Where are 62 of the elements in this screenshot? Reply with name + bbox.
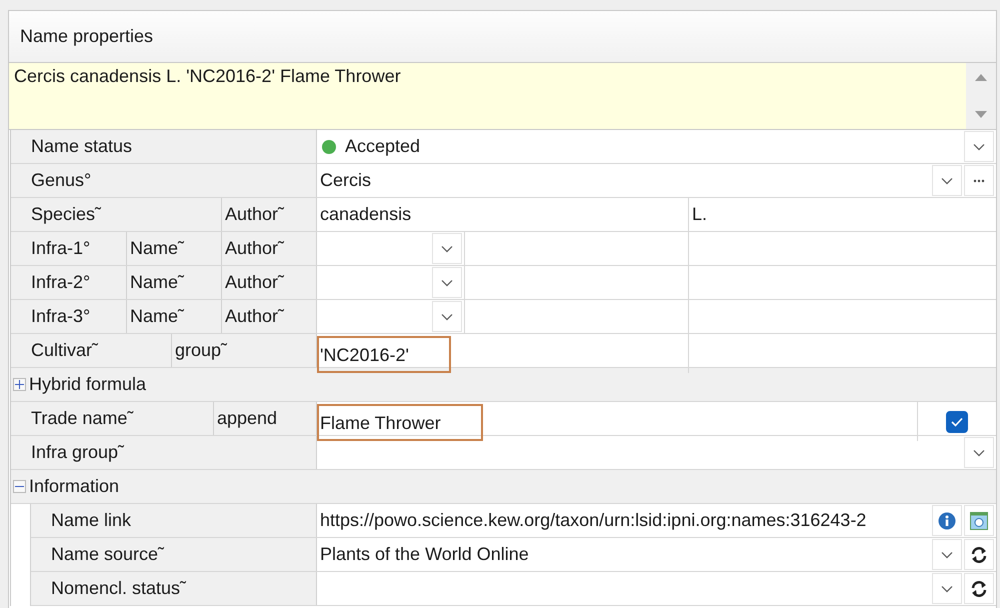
field-label: Name status (30, 135, 134, 158)
refresh-icon (970, 546, 988, 564)
chevron-down-icon (941, 176, 953, 184)
group-label: Information (29, 476, 120, 497)
field-label: Infra group˜ (30, 441, 126, 464)
field-value[interactable]: Flame Thrower (317, 404, 483, 441)
summary-text: Cercis canadensis L. 'NC2016-2' Flame Thrower (13, 65, 402, 88)
group-label: Hybrid formula (29, 374, 146, 395)
dropdown-button[interactable] (432, 233, 462, 264)
field-label: Name˜ (126, 266, 221, 299)
check-icon (951, 416, 963, 426)
field-label: Author˜ (221, 300, 316, 333)
field-label: group˜ (171, 334, 316, 367)
dropdown-button[interactable] (964, 131, 994, 162)
info-button[interactable] (932, 505, 962, 536)
field-label: Infra-1° (30, 237, 92, 260)
field-value[interactable]: Plants of the World Online (317, 539, 532, 570)
field-label: Author˜ (221, 232, 316, 265)
chevron-down-icon (941, 550, 953, 558)
field-label: Infra-3° (30, 305, 92, 328)
dropdown-button[interactable] (964, 437, 994, 468)
field-label: Cultivar˜ (30, 339, 100, 362)
chevron-down-icon (441, 312, 453, 320)
field-label: Species˜ (30, 203, 102, 226)
field-label: Name source˜ (50, 543, 166, 566)
dropdown-button[interactable] (432, 267, 462, 298)
scroll-up-icon (974, 72, 988, 82)
checkbox[interactable] (946, 410, 968, 432)
more-button[interactable] (964, 165, 994, 196)
field-label: Author˜ (221, 266, 316, 299)
field-value[interactable]: L. (689, 199, 710, 230)
field-label: Genus° (30, 169, 92, 192)
field-label: Author˜ (221, 198, 316, 231)
scroll-down-icon (974, 110, 988, 120)
plus-icon (15, 380, 24, 389)
refresh-icon (970, 580, 988, 598)
chevron-down-icon (973, 448, 985, 456)
field-label: Name˜ (126, 300, 221, 333)
chevron-down-icon (973, 142, 985, 150)
field-value[interactable]: Accepted (342, 131, 424, 162)
chevron-down-icon (941, 584, 953, 592)
chevron-down-icon (441, 278, 453, 286)
field-label: Name link (50, 509, 132, 532)
field-label: Infra-2° (30, 271, 92, 294)
field-value[interactable]: 'NC2016-2' (317, 336, 451, 373)
field-label: Trade name˜ (30, 407, 134, 430)
more-icon (973, 178, 985, 182)
field-label: append (213, 402, 316, 435)
info-icon (938, 512, 956, 530)
chevron-down-icon (441, 244, 453, 252)
field-value[interactable]: canadensis (317, 199, 414, 230)
window-icon (970, 512, 988, 530)
dropdown-button[interactable] (932, 165, 962, 196)
refresh-button[interactable] (964, 539, 994, 570)
expander-minus-icon[interactable] (13, 480, 26, 493)
dropdown-button[interactable] (432, 301, 462, 332)
field-label: Nomencl. status˜ (50, 577, 188, 600)
refresh-button[interactable] (964, 573, 994, 604)
field-value[interactable]: Cercis (317, 165, 374, 196)
expander-plus-icon[interactable] (13, 378, 26, 391)
field-label: Name˜ (126, 232, 221, 265)
field-value[interactable]: https://powo.science.kew.org/taxon/urn:lsid:ipni.org:names:316243-2 (317, 505, 870, 536)
